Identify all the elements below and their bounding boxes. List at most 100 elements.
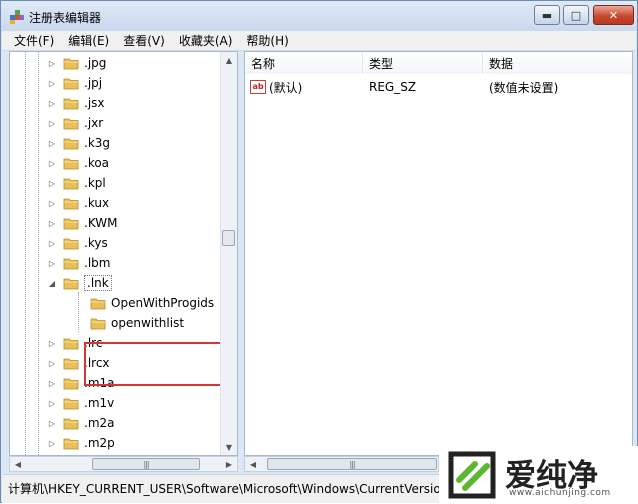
expand-arrow-icon[interactable]: ▷ — [47, 378, 57, 388]
tree-item[interactable]: ▷ .koa — [47, 153, 109, 173]
tree-item[interactable]: ◢ .lnk — [47, 273, 112, 293]
tree-vertical-scrollbar[interactable]: ▲ ▼ — [220, 52, 237, 455]
registry-editor-window: 注册表编辑器 ▬ □ ✕ 文件(F) 编辑(E) 查看(V) 收藏夹(A) 帮助… — [0, 0, 638, 504]
scroll-down-arrow-icon[interactable]: ▼ — [221, 439, 237, 455]
expand-arrow-icon[interactable]: ▷ — [47, 358, 57, 368]
scroll-left-arrow-icon[interactable]: ◀ — [10, 457, 26, 471]
tree-item[interactable]: ▷ .jpj — [47, 73, 102, 93]
scroll-thumb[interactable]: ||| — [92, 458, 200, 470]
folder-icon — [63, 377, 79, 390]
tree-item-label: .kpl — [84, 176, 106, 190]
tree-item[interactable]: ▷ .m2p — [47, 433, 115, 453]
tree-horizontal-scrollbar[interactable]: ◀ ||| ▶ — [9, 456, 238, 472]
close-button[interactable]: ✕ — [593, 5, 634, 25]
expand-arrow-icon[interactable]: ▷ — [47, 58, 57, 68]
watermark-url: www.aichunjing.com — [509, 488, 611, 498]
tree-item[interactable]: openwithlist — [80, 313, 184, 333]
expand-arrow-icon[interactable]: ▷ — [47, 78, 57, 88]
tree-item-label: .kux — [84, 196, 110, 210]
value-name: (默认) — [269, 80, 303, 95]
scroll-right-arrow-icon[interactable]: ▶ — [221, 457, 237, 471]
expand-arrow-icon[interactable]: ▷ — [47, 138, 57, 148]
folder-icon — [63, 137, 79, 150]
close-icon: ✕ — [608, 8, 619, 22]
tree-item-label: .KWM — [84, 216, 118, 230]
window-title: 注册表编辑器 — [29, 11, 102, 25]
tree-item[interactable]: ▷ .m2a — [47, 413, 115, 433]
expand-arrow-icon[interactable]: ▷ — [47, 438, 57, 448]
expand-arrow-icon[interactable]: ▷ — [47, 198, 57, 208]
column-header-type[interactable]: 类型 — [363, 52, 483, 74]
minimize-button[interactable]: ▬ — [534, 5, 560, 25]
tree-item[interactable]: ▷ .m1v — [47, 393, 114, 413]
tree-guide-line — [38, 52, 39, 455]
tree-item[interactable]: ▷ .jsx — [47, 93, 105, 113]
column-header-data[interactable]: 数据 — [483, 52, 632, 74]
expand-arrow-icon[interactable]: ▷ — [47, 218, 57, 228]
folder-icon — [63, 57, 79, 70]
folder-icon — [63, 177, 79, 190]
menu-view[interactable]: 查看(V) — [116, 32, 172, 49]
tree-item-label: .kys — [84, 236, 108, 250]
maximize-button[interactable]: □ — [563, 5, 589, 25]
maximize-icon: □ — [570, 8, 582, 22]
expand-arrow-icon[interactable]: ▷ — [47, 418, 57, 428]
tree-item[interactable]: ▷ .jxr — [47, 113, 103, 133]
value-row-name[interactable]: ab (默认) — [250, 76, 363, 98]
tree-item-label: .m1v — [84, 396, 115, 410]
menu-help[interactable]: 帮助(H) — [239, 32, 295, 49]
tree-item-label: .m2p — [84, 436, 115, 450]
folder-icon — [90, 297, 106, 310]
expand-arrow-icon[interactable]: ▷ — [47, 258, 57, 268]
registry-editor-icon — [10, 10, 24, 24]
expand-arrow-icon[interactable]: ▷ — [47, 178, 57, 188]
scroll-thumb[interactable] — [222, 230, 235, 246]
tree-item[interactable]: ▷ .k3g — [47, 133, 110, 153]
value-data: (数值未设置) — [489, 80, 559, 95]
highlight-box — [84, 342, 226, 386]
tree-item-label: .jpg — [84, 56, 107, 70]
folder-icon — [63, 337, 79, 350]
menu-edit[interactable]: 编辑(E) — [61, 32, 116, 49]
tree-item[interactable]: ▷ .KWM — [47, 213, 118, 233]
string-value-icon: ab — [250, 80, 266, 94]
folder-icon — [63, 157, 79, 170]
tree-item-label: .k3g — [84, 136, 111, 150]
scroll-left-arrow-icon[interactable]: ◀ — [245, 457, 261, 471]
tree-item[interactable]: ▷ .kys — [47, 233, 108, 253]
expand-arrow-icon[interactable]: ▷ — [47, 238, 57, 248]
folder-icon — [63, 197, 79, 210]
expand-arrow-icon[interactable]: ◢ — [47, 278, 57, 288]
values-pane[interactable]: 名称 类型 数据 ab (默认) REG_SZ (数值未设置) — [244, 51, 633, 456]
key-tree-pane[interactable]: ▷ .jpg ▷ .jpj ▷ .jsx ▷ .jxr ▷ .k3g ▷ .koa ▷ .kpl ▷ .kux… — [9, 51, 238, 456]
folder-icon — [63, 277, 79, 290]
tree-item-label: .jsx — [84, 96, 105, 110]
expand-arrow-icon[interactable]: ▷ — [47, 98, 57, 108]
tree-guide-line — [25, 52, 26, 455]
expand-arrow-icon[interactable]: ▷ — [47, 338, 57, 348]
folder-icon — [63, 357, 79, 370]
tree-item[interactable]: ▷ .jpg — [47, 53, 106, 73]
menu-favorites[interactable]: 收藏夹(A) — [172, 32, 240, 49]
title-bar[interactable]: 注册表编辑器 ▬ □ ✕ — [1, 1, 637, 31]
key-tree: ▷ .jpg ▷ .jpj ▷ .jsx ▷ .jxr ▷ .k3g ▷ .koa ▷ .kpl ▷ .kux… — [10, 52, 222, 455]
tree-item[interactable]: ▷ .lbm — [47, 253, 111, 273]
tree-item[interactable]: OpenWithProgids — [80, 293, 214, 313]
column-header-name[interactable]: 名称 — [245, 52, 363, 74]
tree-item-label: .jxr — [84, 116, 104, 130]
expand-arrow-icon[interactable]: ▷ — [47, 398, 57, 408]
expand-arrow-icon[interactable]: ▷ — [47, 158, 57, 168]
tree-item[interactable]: ▷ .kux — [47, 193, 109, 213]
expand-arrow-icon[interactable]: ▷ — [47, 118, 57, 128]
scroll-thumb[interactable]: ||| — [267, 458, 437, 470]
values-horizontal-scrollbar[interactable]: ◀ ||| — [244, 456, 439, 472]
folder-icon — [90, 317, 106, 330]
folder-icon — [63, 117, 79, 130]
value-type: REG_SZ — [369, 80, 417, 94]
menu-file[interactable]: 文件(F) — [2, 32, 61, 49]
tree-item[interactable]: ▷ .kpl — [47, 173, 106, 193]
folder-icon — [63, 437, 79, 450]
scroll-up-arrow-icon[interactable]: ▲ — [221, 52, 237, 68]
